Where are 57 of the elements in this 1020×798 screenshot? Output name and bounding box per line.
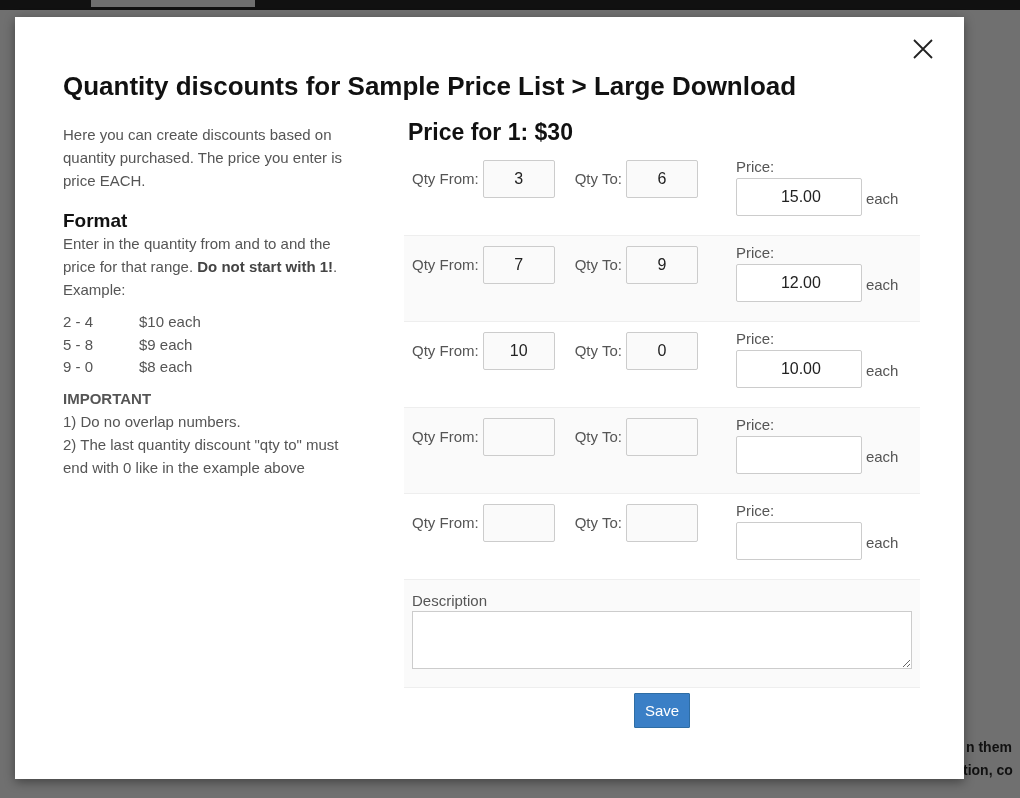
unit-label: each (865, 189, 899, 207)
qty-to-label: Qty To: (574, 256, 622, 273)
description-label: Description (412, 592, 488, 609)
important-heading: IMPORTANT (63, 388, 153, 409)
example-range: 9 - 0 (63, 357, 94, 377)
qty-to-field[interactable] (625, 418, 698, 456)
price-label: Price: (735, 502, 776, 519)
price-heading: Price for 1: $30 (408, 119, 574, 146)
page-text: n them (966, 738, 1013, 757)
close-icon (913, 39, 933, 59)
unit-label: each (865, 275, 899, 293)
qty-to-field[interactable] (625, 504, 698, 542)
price-label: Price: (735, 330, 776, 347)
qty-to-label: Qty To: (574, 428, 622, 445)
qty-to-label: Qty To: (574, 342, 622, 359)
example-range: 5 - 8 (63, 334, 94, 355)
example-price: $10 each (139, 312, 201, 332)
price-field[interactable]: 10.00 (735, 350, 862, 388)
price-field[interactable]: 12.00 (735, 264, 862, 302)
format-heading: Format (63, 210, 129, 232)
unit-label: each (865, 533, 899, 551)
save-button[interactable]: Save (633, 693, 691, 728)
example-price: $8 each (139, 357, 193, 377)
qty-from-label: Qty From: (412, 514, 479, 531)
qty-from-field[interactable]: 7 (482, 246, 555, 284)
qty-from-field[interactable]: 10 (482, 332, 555, 370)
qty-from-field[interactable] (482, 418, 555, 456)
format-text: Enter in the quantity from and to and the price for that range. Do not start with 1!. Example: (63, 234, 339, 300)
qty-to-label: Qty To: (574, 514, 622, 531)
example-price: $9 each (139, 334, 193, 355)
unit-label: each (865, 447, 899, 465)
unit-label: each (865, 361, 899, 379)
price-label: Price: (735, 158, 776, 175)
example-range: 2 - 4 (63, 312, 94, 332)
qty-to-field[interactable]: 9 (625, 246, 698, 284)
description-field[interactable] (412, 611, 912, 669)
browser-tab[interactable] (91, 0, 255, 7)
price-field[interactable] (735, 522, 862, 560)
important-note: 1) Do no overlap numbers. (63, 411, 242, 432)
page-text: tion, co (963, 761, 1013, 780)
price-field[interactable] (735, 436, 862, 474)
qty-to-field[interactable]: 6 (625, 160, 698, 198)
qty-from-field[interactable]: 3 (482, 160, 555, 198)
qty-from-label: Qty From: (412, 342, 479, 359)
dialog-title: Quantity discounts for Sample Price List > Large Download (63, 71, 798, 102)
important-note: 2) The last quantity discount "qty to" must end with 0 like in the example above (63, 434, 340, 478)
intro-text: Here you can create discounts based on quantity purchased. The price you enter is price EACH. (63, 125, 344, 191)
price-label: Price: (735, 416, 776, 433)
qty-to-label: Qty To: (574, 170, 622, 187)
qty-from-label: Qty From: (412, 256, 479, 273)
qty-to-field[interactable]: 0 (625, 332, 698, 370)
price-label: Price: (735, 244, 776, 261)
price-field[interactable]: 15.00 (735, 178, 862, 216)
close-button[interactable] (913, 39, 933, 59)
qty-from-field[interactable] (482, 504, 555, 542)
qty-from-label: Qty From: (412, 170, 479, 187)
qty-from-label: Qty From: (412, 428, 479, 445)
